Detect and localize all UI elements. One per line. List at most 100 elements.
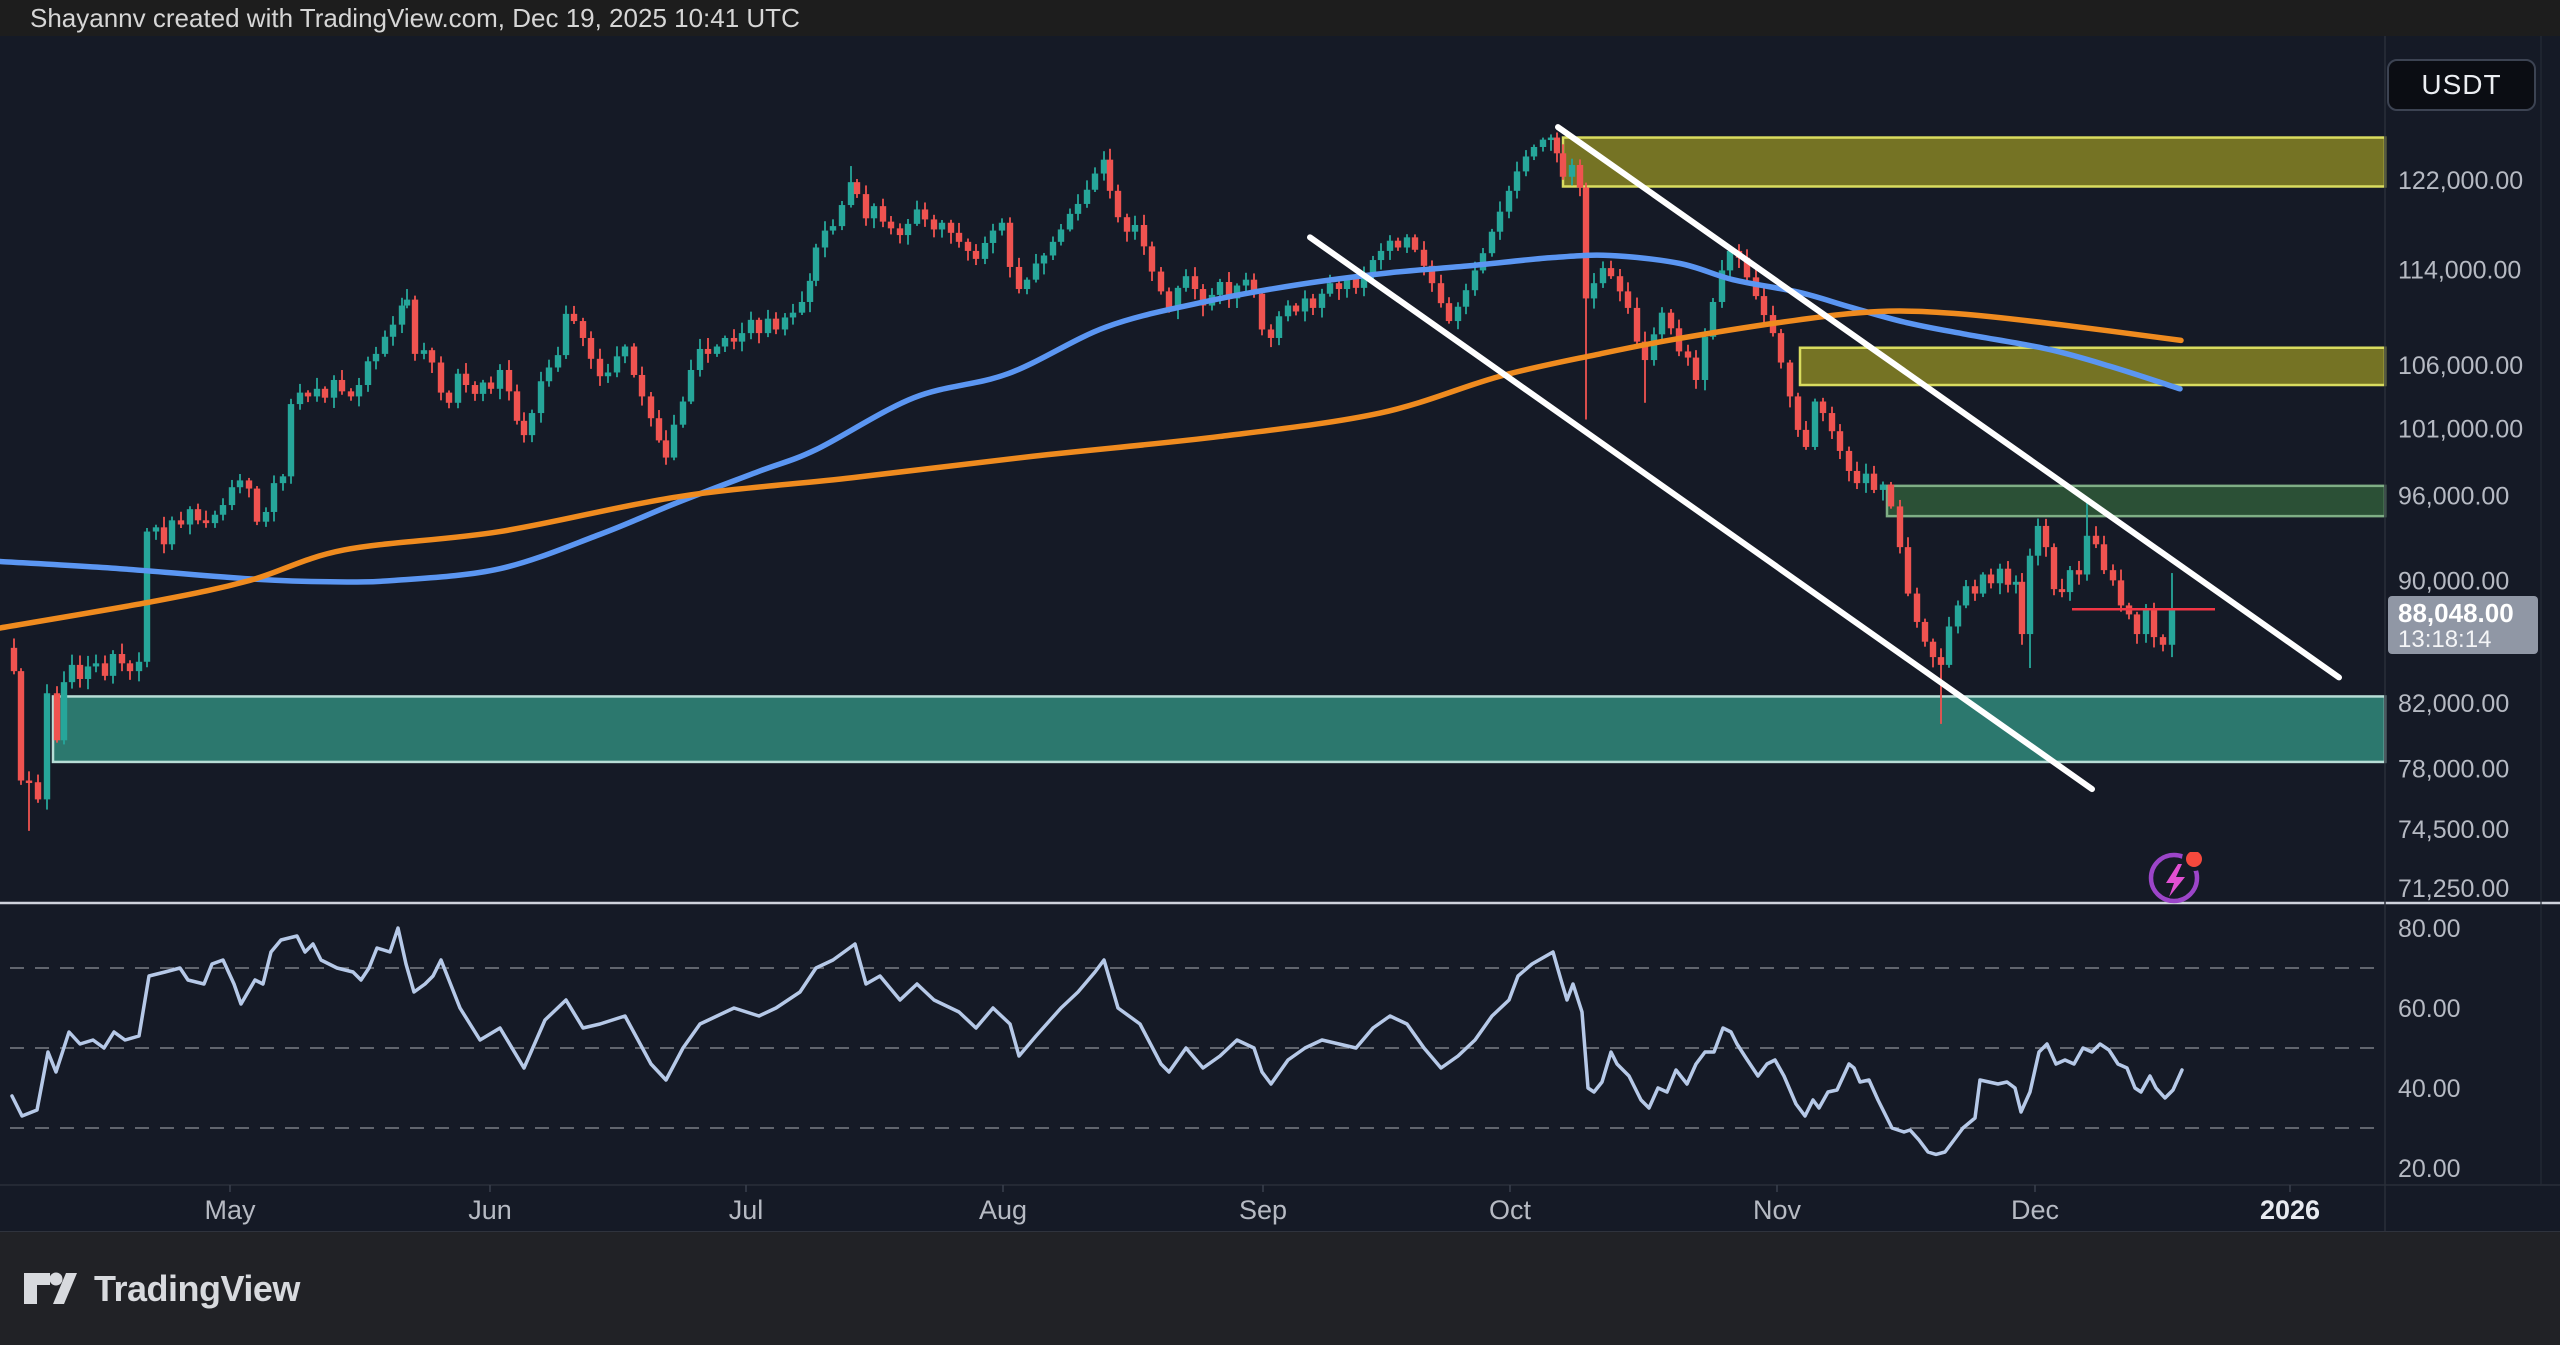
candle	[2067, 570, 2073, 592]
candle	[497, 370, 503, 389]
candle	[1463, 290, 1469, 307]
candle	[1421, 250, 1427, 266]
currency-badge[interactable]: USDT	[2387, 59, 2536, 111]
tradingview-logo[interactable]: TradingView	[22, 1268, 300, 1310]
candle	[18, 671, 24, 780]
candle	[136, 662, 142, 671]
attribution-bar: Shayannv created with TradingView.com, D…	[0, 0, 2560, 36]
candle	[412, 300, 418, 354]
candle	[1591, 283, 1597, 298]
candle	[203, 520, 209, 523]
candle	[480, 383, 486, 394]
candle	[339, 380, 345, 391]
candle	[1880, 484, 1886, 489]
candle	[1946, 626, 1952, 664]
candle	[1803, 430, 1809, 447]
candle	[161, 527, 167, 544]
candle	[663, 440, 669, 457]
candle	[888, 222, 894, 229]
price-tick-label: 90,000.00	[2398, 567, 2509, 595]
candle	[588, 338, 594, 359]
candle	[280, 476, 286, 483]
candle	[1523, 156, 1529, 171]
candle	[153, 527, 159, 531]
candle	[348, 391, 354, 396]
candle	[1007, 223, 1013, 267]
candle	[421, 350, 427, 354]
candle	[178, 520, 184, 524]
candle	[1668, 313, 1674, 329]
candle	[822, 231, 828, 248]
resistance-zone-green[interactable]	[1887, 486, 2385, 516]
candle	[546, 367, 552, 381]
candle	[1837, 431, 1843, 451]
candle	[1506, 191, 1512, 212]
candle	[1702, 337, 1708, 380]
candle	[1497, 212, 1503, 232]
candle	[999, 223, 1005, 231]
flash-ideas-icon[interactable]	[2148, 852, 2220, 908]
candle	[1115, 191, 1121, 217]
candle	[2101, 544, 2107, 570]
candle	[1183, 276, 1189, 288]
candle	[2169, 609, 2175, 645]
price-countdown-timer: 13:18:14	[2398, 627, 2538, 653]
candle	[880, 206, 886, 221]
candle	[580, 321, 586, 338]
candle	[648, 396, 654, 418]
candle	[1854, 471, 1860, 483]
candle	[1192, 276, 1198, 289]
trendline-main[interactable]	[1558, 127, 2339, 677]
candle	[2043, 526, 2049, 547]
candle	[688, 370, 694, 402]
rsi-tick-label: 40.00	[2398, 1075, 2461, 1103]
candle	[390, 325, 396, 337]
candle	[656, 418, 662, 440]
candle	[488, 383, 494, 389]
candle	[1336, 283, 1342, 289]
candle	[1583, 188, 1589, 299]
candle	[85, 666, 91, 679]
candle	[680, 402, 686, 425]
candle	[1863, 474, 1869, 483]
candle	[538, 381, 544, 413]
candle	[605, 372, 611, 376]
candle	[1378, 251, 1384, 260]
candle	[110, 654, 116, 676]
candle	[1914, 594, 1920, 622]
candle	[1276, 316, 1282, 338]
candle	[399, 306, 405, 325]
candle	[229, 487, 235, 505]
candle	[813, 248, 819, 281]
candle	[1577, 165, 1583, 188]
price-chart-canvas[interactable]: 122,000.00114,000.00106,000.00101,000.00…	[0, 0, 2560, 1345]
resistance-zone-mid[interactable]	[1800, 348, 2385, 385]
candle	[2019, 582, 2025, 634]
candle	[44, 693, 50, 799]
price-tick-label: 106,000.00	[2398, 352, 2523, 380]
candle	[119, 654, 125, 663]
candle	[739, 333, 745, 342]
candle	[1092, 174, 1098, 190]
candle	[1132, 225, 1138, 232]
time-axis-label: Nov	[1753, 1195, 1802, 1225]
time-axis-label: Sep	[1239, 1195, 1287, 1225]
price-tick-label: 82,000.00	[2398, 690, 2509, 718]
candle	[671, 425, 677, 458]
candle	[35, 782, 41, 799]
candle	[514, 391, 520, 420]
ma-fast-blue	[0, 255, 2180, 582]
candle	[830, 226, 836, 230]
resistance-zone-upper[interactable]	[1563, 138, 2385, 187]
candle	[756, 320, 762, 333]
candle	[506, 370, 512, 391]
candle	[1829, 413, 1835, 431]
candle	[438, 363, 444, 393]
candle	[1285, 306, 1291, 317]
rsi-tick-label: 20.00	[2398, 1155, 2461, 1183]
rsi-line	[12, 928, 2182, 1154]
candle	[2013, 582, 2019, 585]
candle	[1024, 280, 1030, 289]
candle	[127, 663, 133, 671]
candle	[1651, 334, 1657, 360]
